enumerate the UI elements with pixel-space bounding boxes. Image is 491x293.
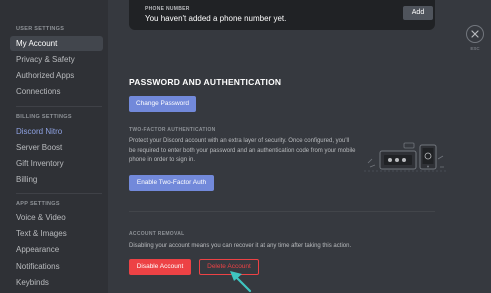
sidebar-divider xyxy=(16,193,102,194)
account-removal-description: Disabling your account means you can rec… xyxy=(129,243,352,249)
sidebar-item-discord-nitro[interactable]: Discord Nitro xyxy=(10,124,103,139)
sidebar-item-voice-video[interactable]: Voice & Video xyxy=(10,210,103,225)
phone-number-text: You haven't added a phone number yet. xyxy=(145,14,287,23)
sidebar-item-gift-inventory[interactable]: Gift Inventory xyxy=(10,156,103,171)
two-factor-description-line: Protect your Discord account with an ext… xyxy=(129,138,350,144)
close-settings-button[interactable] xyxy=(466,25,484,43)
two-factor-description-line: phone in order to sign in. xyxy=(129,157,196,163)
user-settings-header: USER SETTINGS xyxy=(16,26,65,32)
settings-sidebar: USER SETTINGS My Account Privacy & Safet… xyxy=(0,0,108,293)
two-factor-illustration-icon xyxy=(364,142,448,172)
account-removal-header: ACCOUNT REMOVAL xyxy=(129,231,185,237)
sidebar-item-appearance[interactable]: Appearance xyxy=(10,242,103,257)
change-password-button[interactable]: Change Password xyxy=(129,96,196,112)
sidebar-divider xyxy=(16,106,102,107)
disable-account-button[interactable]: Disable Account xyxy=(129,259,191,275)
sidebar-item-text-images[interactable]: Text & Images xyxy=(10,226,103,241)
add-phone-button[interactable]: Add xyxy=(403,6,433,20)
section-divider xyxy=(129,211,435,212)
phone-number-label: PHONE NUMBER xyxy=(145,6,190,12)
sidebar-item-connections[interactable]: Connections xyxy=(10,84,103,99)
close-icon xyxy=(471,30,479,38)
sidebar-item-notifications[interactable]: Notifications xyxy=(10,259,103,274)
phone-number-card: PHONE NUMBER You haven't added a phone n… xyxy=(129,0,435,30)
enable-two-factor-button[interactable]: Enable Two-Factor Auth xyxy=(129,175,214,191)
billing-settings-header: BILLING SETTINGS xyxy=(16,114,72,120)
app-settings-header: APP SETTINGS xyxy=(16,201,60,207)
two-factor-description-line: be required to enter both your password … xyxy=(129,147,356,154)
sidebar-item-my-account[interactable]: My Account xyxy=(10,36,103,51)
sidebar-item-keybinds[interactable]: Keybinds xyxy=(10,275,103,290)
sidebar-item-server-boost[interactable]: Server Boost xyxy=(10,140,103,155)
password-auth-title: PASSWORD AND AUTHENTICATION xyxy=(129,77,282,87)
annotation-arrow-icon xyxy=(230,271,252,293)
two-factor-header: TWO-FACTOR AUTHENTICATION xyxy=(129,127,216,133)
esc-label: ESC xyxy=(470,46,480,51)
sidebar-item-billing[interactable]: Billing xyxy=(10,172,103,187)
two-factor-description: Protect your Discord account with an ext… xyxy=(129,137,355,166)
sidebar-item-privacy-safety[interactable]: Privacy & Safety xyxy=(10,52,103,67)
sidebar-item-authorized-apps[interactable]: Authorized Apps xyxy=(10,68,103,83)
